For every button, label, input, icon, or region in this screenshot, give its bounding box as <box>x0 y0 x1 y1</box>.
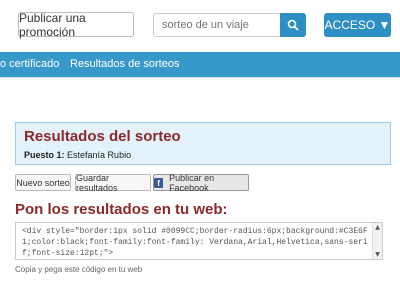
nav-item-resultados-de-sorteos[interactable]: Resultados de sorteos <box>70 58 179 70</box>
winner-line: Puesto 1: Estefanía Rubio <box>24 150 131 160</box>
save-results-button[interactable]: Guardar resultados <box>75 173 151 193</box>
share-facebook-label: Publicar en Facebook <box>169 172 215 193</box>
facebook-icon: f <box>154 177 164 188</box>
results-title: Resultados del sorteo <box>24 128 181 145</box>
embed-code-textarea[interactable]: <div style="border:1px solid #0099CC;bor… <box>15 222 383 260</box>
search-icon <box>287 19 299 31</box>
search-button[interactable] <box>280 13 306 37</box>
scroll-down-icon[interactable]: ▼ <box>374 251 381 258</box>
share-facebook-button[interactable]: f Publicar en Facebook <box>153 172 249 193</box>
top-bar: Publicar una promoción ACCESO ▼ <box>0 0 400 52</box>
nav-bar: o certificado Resultados de sorteos <box>0 52 400 77</box>
new-draw-button[interactable]: Nuevo sorteo <box>15 174 71 191</box>
results-panel: Resultados del sorteo Puesto 1: Estefaní… <box>15 122 391 165</box>
scroll-up-icon[interactable]: ▲ <box>374 224 381 231</box>
copy-hint: Copia y pega este código en tu web <box>15 265 143 274</box>
position-label: Puesto 1: <box>24 150 65 160</box>
nav-item-certificado[interactable]: o certificado <box>0 58 59 70</box>
winner-name: Estefanía Rubio <box>67 150 132 160</box>
login-button[interactable]: ACCESO ▼ <box>324 13 391 37</box>
divider <box>0 77 400 78</box>
publish-promotion-button[interactable]: Publicar una promoción <box>18 11 134 39</box>
embed-title: Pon los resultados en tu web: <box>15 201 228 218</box>
search-input[interactable] <box>153 13 281 37</box>
embed-code: <div style="border:1px solid #0099CC;bor… <box>22 227 368 258</box>
scrollbar[interactable]: ▲ ▼ <box>372 223 382 259</box>
